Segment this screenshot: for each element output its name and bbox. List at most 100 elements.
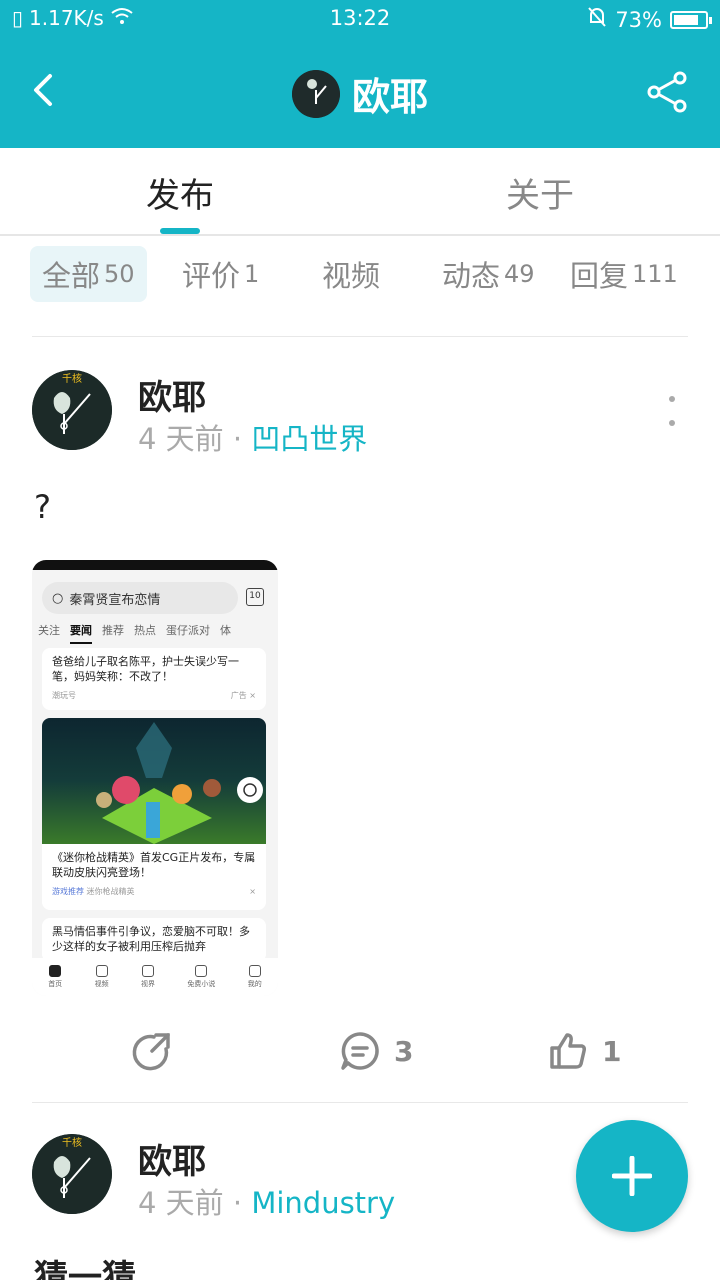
like-button[interactable]: 1: [548, 1026, 621, 1076]
filter-review[interactable]: 评价 1: [182, 246, 259, 302]
image-card-source: 潮玩号: [52, 691, 76, 700]
image-subtab: 要闻: [70, 622, 92, 644]
image-card-source: 迷你枪战精英: [86, 887, 135, 896]
header-title: 欧耶: [0, 66, 720, 121]
more-dot: [669, 396, 675, 402]
filter-all[interactable]: 全部 50: [30, 246, 147, 302]
battery-icon: [670, 10, 712, 29]
post-author[interactable]: 欧耶: [138, 1134, 206, 1183]
post-actions: 3 1: [0, 1026, 720, 1076]
image-nav-item: 免费小说: [187, 965, 215, 989]
image-card-title: 《迷你枪战精英》首发CG正片发布，专属联动皮肤闪亮登场！: [52, 851, 256, 879]
mute-bell-icon: [587, 6, 607, 33]
filter-count: 50: [104, 260, 135, 288]
share-button[interactable]: [646, 70, 690, 114]
image-subtab: 蛋仔派对: [166, 624, 210, 637]
search-icon: ○: [52, 590, 64, 606]
filter-label: 视频: [322, 259, 381, 293]
post-image[interactable]: ○ 秦霄贤宣布恋情 10 关注 要闻 推荐 热点 蛋仔派对 体 爸爸给儿子取名陈…: [32, 560, 278, 996]
image-news-card: 黑马情侣事件引争议，恋爱脑不可取！多少这样的女子被利用压榨后抛弃: [42, 918, 266, 962]
post-header: 千核 欧耶 4 天前 · Mindustry: [32, 1134, 572, 1224]
more-dot: [669, 420, 675, 426]
image-subtab: 关注: [38, 624, 60, 637]
meta-separator: ·: [223, 422, 252, 456]
filter-label: 动态: [442, 259, 501, 293]
image-nav-item: 视界: [141, 965, 155, 989]
image-subtab: 热点: [134, 624, 156, 637]
image-subtabs: 关注 要闻 推荐 热点 蛋仔派对 体: [38, 622, 274, 644]
image-card-title: 黑马情侣事件引争议，恋爱脑不可取！多少这样的女子被利用压榨后抛弃: [52, 925, 250, 953]
image-news-card: 爸爸给儿子取名陈平，护士失误少写一笔，妈妈笑称：不改了！ 潮玩号 广告 ×: [42, 648, 266, 710]
filter-replies[interactable]: 回复 111: [570, 246, 678, 302]
plus-icon: [612, 1156, 652, 1196]
image-nav-label: 视界: [140, 980, 155, 988]
avatar[interactable]: 千核: [32, 1134, 112, 1214]
post-topic[interactable]: Mindustry: [251, 1186, 395, 1220]
post-header: 千核 欧耶 4 天前 · 凹凸世界: [32, 370, 688, 460]
filter-video[interactable]: 视频: [322, 246, 380, 302]
image-nav-label: 免费小说: [187, 980, 216, 988]
image-status-strip: [32, 560, 278, 570]
svg-text:千核: 千核: [62, 1136, 82, 1149]
filter-label: 评价: [182, 259, 241, 293]
app-header: 欧耶: [0, 38, 720, 148]
image-bottom-nav: 首页 视频 视界 免费小说 我的: [32, 958, 278, 996]
image-card-title: 爸爸给儿子取名陈平，护士失误少写一笔，妈妈笑称：不改了！: [52, 655, 239, 683]
status-bar: ▯ 1.17K/s 13:22 73%: [0, 0, 720, 38]
image-nav-label: 我的: [247, 980, 262, 988]
comment-count: 3: [394, 1034, 414, 1068]
image-subtab: 推荐: [102, 624, 124, 637]
filter-count: 111: [632, 260, 678, 288]
image-card-tag: 游戏推荐: [52, 887, 84, 896]
more-options-button[interactable]: [664, 396, 680, 426]
divider: [32, 1102, 688, 1103]
image-card-meta: 潮玩号 广告 ×: [52, 688, 256, 703]
share-post-button[interactable]: [132, 1026, 172, 1076]
create-post-button[interactable]: [576, 1120, 688, 1232]
post-time: 4 天前: [138, 422, 224, 456]
meta-separator: ·: [223, 1186, 252, 1220]
avatar-icon: [291, 69, 340, 118]
image-subtab: 体: [220, 624, 231, 637]
post-text: 猜一猜: [34, 1258, 136, 1280]
filter-count: 1: [244, 260, 260, 288]
filter-bar: 全部 50 评价 1 视频 动态 49 回复 111: [0, 246, 720, 302]
image-news-card: 《迷你枪战精英》首发CG正片发布，专属联动皮肤闪亮登场！ 游戏推荐 迷你枪战精英…: [42, 844, 266, 910]
tab-bar: 发布 关于: [0, 148, 720, 236]
game-artwork: [42, 718, 266, 844]
image-search-bar: ○ 秦霄贤宣布恋情: [42, 582, 238, 614]
post-text: ?: [34, 488, 51, 526]
tab-indicator: [160, 228, 200, 234]
share-icon: [647, 71, 687, 113]
comment-button[interactable]: 3: [340, 1026, 413, 1076]
post-meta: 4 天前 · 凹凸世界: [138, 416, 367, 458]
share-arrow-icon: [132, 1033, 170, 1071]
post-topic[interactable]: 凹凸世界: [251, 422, 367, 456]
post-meta: 4 天前 · Mindustry: [138, 1180, 395, 1222]
avatar[interactable]: 千核: [32, 370, 112, 450]
divider: [32, 336, 688, 337]
page-title: 欧耶: [351, 75, 428, 119]
image-nav-label: 首页: [48, 980, 63, 988]
status-right: 73%: [587, 6, 712, 33]
image-search-text: 秦霄贤宣布恋情: [69, 592, 161, 608]
tab-about[interactable]: 关于: [360, 168, 720, 217]
thumbs-up-icon: [550, 1033, 586, 1069]
calendar-icon: 10: [246, 588, 264, 606]
image-nav-item: 我的: [248, 965, 262, 989]
like-count: 1: [602, 1034, 622, 1068]
image-nav-item: 首页: [48, 965, 62, 989]
filter-count: 49: [504, 260, 535, 288]
image-nav-item: 视频: [95, 965, 109, 989]
filter-moments[interactable]: 动态 49: [442, 246, 535, 302]
post-time: 4 天前: [138, 1186, 224, 1220]
filter-label: 回复: [570, 259, 629, 293]
battery-percent: 73%: [615, 7, 662, 32]
post-author[interactable]: 欧耶: [138, 370, 206, 419]
image-card-meta: 游戏推荐 迷你枪战精英 ×: [52, 887, 256, 896]
image-card-ad: 广告 ×: [230, 691, 256, 700]
image-nav-label: 视频: [94, 980, 109, 988]
tab-publish[interactable]: 发布: [0, 168, 360, 217]
comment-icon: [341, 1032, 379, 1070]
filter-label: 全部: [42, 259, 101, 293]
